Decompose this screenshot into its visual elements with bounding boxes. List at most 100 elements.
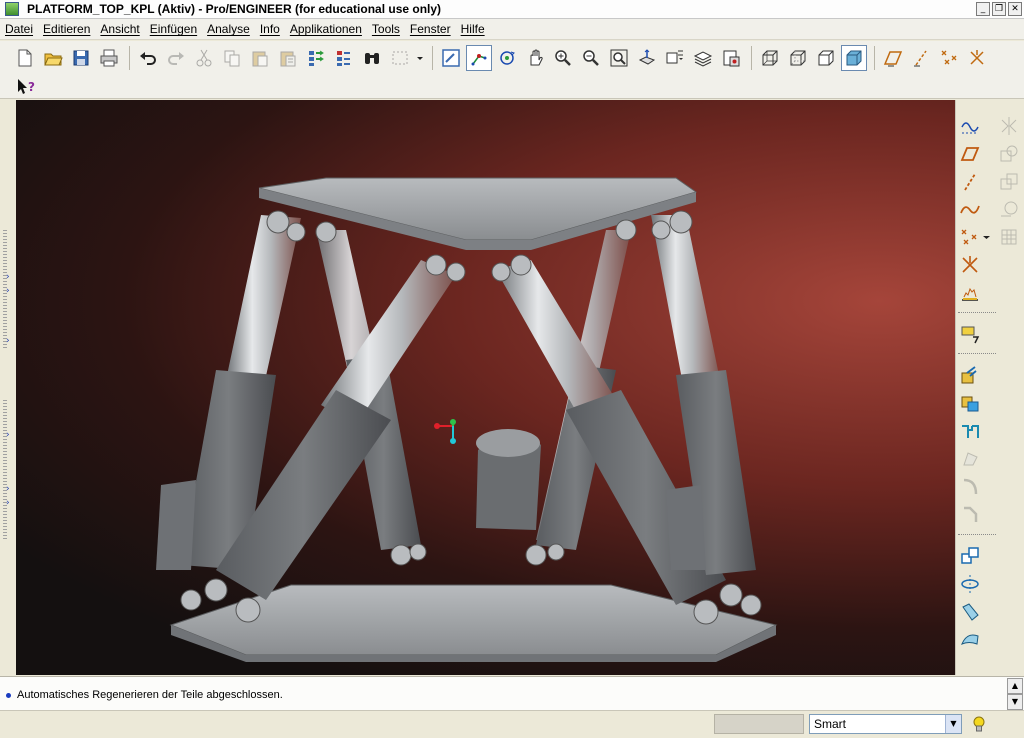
datum-triad [434, 419, 456, 444]
point-dropdown-icon[interactable] [980, 225, 994, 249]
zoom-out-icon[interactable] [578, 45, 604, 71]
round-icon[interactable] [957, 475, 983, 499]
message-line: Automatisches Regenerieren der Teile abg… [6, 689, 283, 701]
selection-filter-select[interactable]: Smart ▼ [809, 714, 962, 734]
sweep-icon[interactable] [957, 419, 983, 443]
cut-icon[interactable] [191, 45, 217, 71]
coord-sys-icon[interactable] [964, 45, 990, 71]
scroll-down-icon[interactable]: ▼ [1007, 694, 1023, 710]
toolbar-separator [958, 353, 996, 354]
message-scrollbar[interactable]: ▲ ▼ [1007, 678, 1023, 710]
expand-arrow-icon[interactable]: › [6, 484, 10, 494]
draft-icon[interactable] [957, 600, 983, 624]
extrude-icon[interactable] [957, 363, 983, 387]
expand-arrow-icon[interactable]: › [6, 272, 10, 282]
menu-ansicht[interactable]: Ansicht [95, 22, 144, 36]
no-hidden-icon[interactable] [813, 45, 839, 71]
csys-tool-icon[interactable] [957, 253, 983, 277]
toolbar-separator [958, 534, 996, 535]
orient-mode-icon[interactable] [494, 45, 520, 71]
menu-hilfe[interactable]: Hilfe [456, 22, 490, 36]
grid-tool-icon[interactable] [996, 225, 1022, 249]
selection-filter-value: Smart [814, 717, 847, 731]
datum-axes-icon[interactable] [908, 45, 934, 71]
restore-button[interactable]: ❐ [992, 2, 1006, 16]
regenerate-icon[interactable] [303, 45, 329, 71]
plane-tool-icon[interactable] [957, 142, 983, 166]
axis-tool-icon[interactable] [957, 170, 983, 194]
select-box-icon[interactable] [387, 45, 413, 71]
mirror-icon[interactable] [957, 572, 983, 596]
menu-applikationen[interactable]: Applikationen [285, 22, 367, 36]
style-icon[interactable] [957, 628, 983, 652]
pattern-icon[interactable] [957, 544, 983, 568]
repaint-icon[interactable] [438, 45, 464, 71]
splitter-grip[interactable] [3, 400, 7, 540]
datum-points-icon[interactable] [936, 45, 962, 71]
pan-hand-icon[interactable] [522, 45, 548, 71]
expand-arrow-icon[interactable]: › [6, 336, 10, 346]
menu-einfuegen[interactable]: Einfügen [145, 22, 202, 36]
print-icon[interactable] [96, 45, 122, 71]
app-icon[interactable] [5, 2, 19, 16]
refit-icon[interactable] [606, 45, 632, 71]
whats-this-help-icon[interactable]: ? [16, 77, 38, 97]
datum-planes-icon[interactable] [880, 45, 906, 71]
undo-icon[interactable] [135, 45, 161, 71]
hidden-line-icon[interactable] [785, 45, 811, 71]
toolbar-separator [958, 312, 996, 313]
annotation-icon[interactable] [957, 322, 983, 346]
symmetric-icon[interactable] [996, 114, 1022, 138]
wireframe-icon[interactable] [757, 45, 783, 71]
message-text: Automatisches Regenerieren der Teile abg… [17, 689, 283, 701]
expand-arrow-icon[interactable]: › [6, 286, 10, 296]
reorient-icon[interactable] [634, 45, 660, 71]
new-file-icon[interactable] [12, 45, 38, 71]
spin-center-icon[interactable] [466, 45, 492, 71]
minimize-button[interactable]: _ [976, 2, 990, 16]
message-area: Automatisches Regenerieren der Teile abg… [0, 676, 1024, 710]
blend-icon[interactable] [957, 447, 983, 471]
graphics-viewport[interactable] [16, 100, 955, 675]
expand-arrow-icon[interactable]: › [6, 430, 10, 440]
layers-icon[interactable] [690, 45, 716, 71]
paste-icon[interactable] [247, 45, 273, 71]
shading-icon[interactable] [841, 45, 867, 71]
light-bulb-icon[interactable] [972, 716, 986, 734]
main-toolbar [0, 41, 1024, 75]
copy-icon[interactable] [219, 45, 245, 71]
open-folder-icon[interactable] [40, 45, 66, 71]
right-feature-toolbar [955, 100, 1024, 675]
paste-special-icon[interactable] [275, 45, 301, 71]
menu-analyse[interactable]: Analyse [202, 22, 255, 36]
copy-feature-icon[interactable] [996, 170, 1022, 194]
regen-manager-icon[interactable] [331, 45, 357, 71]
revolve-icon[interactable] [957, 391, 983, 415]
zoom-in-icon[interactable] [550, 45, 576, 71]
toolbar-separator [874, 46, 875, 70]
find-icon[interactable] [359, 45, 385, 71]
select-dropdown-icon[interactable] [415, 45, 425, 71]
menu-datei[interactable]: Datei [0, 22, 38, 36]
menu-editieren[interactable]: Editieren [38, 22, 95, 36]
offset-tool-icon[interactable] [996, 142, 1022, 166]
menu-tools[interactable]: Tools [367, 22, 405, 36]
curve-tool-icon[interactable] [957, 197, 983, 221]
window-title: PLATFORM_TOP_KPL (Aktiv) - Pro/ENGINEER … [27, 2, 442, 16]
close-button[interactable]: ✕ [1008, 2, 1022, 16]
scroll-up-icon[interactable]: ▲ [1007, 678, 1023, 694]
window-controls: _ ❐ ✕ [976, 2, 1022, 16]
expand-arrow-icon[interactable]: › [6, 498, 10, 508]
view-manager-icon[interactable] [718, 45, 744, 71]
chevron-down-icon[interactable]: ▼ [945, 715, 961, 733]
chamfer-icon[interactable] [957, 503, 983, 527]
sketch-tool-icon[interactable] [957, 114, 983, 138]
left-panel-strip: › › › › › › [0, 100, 16, 675]
redo-icon[interactable] [163, 45, 189, 71]
save-icon[interactable] [68, 45, 94, 71]
analysis-tool-icon[interactable] [957, 281, 983, 305]
saved-views-icon[interactable] [662, 45, 688, 71]
sphere-tool-icon[interactable] [996, 197, 1022, 221]
menu-fenster[interactable]: Fenster [405, 22, 456, 36]
menu-info[interactable]: Info [255, 22, 285, 36]
